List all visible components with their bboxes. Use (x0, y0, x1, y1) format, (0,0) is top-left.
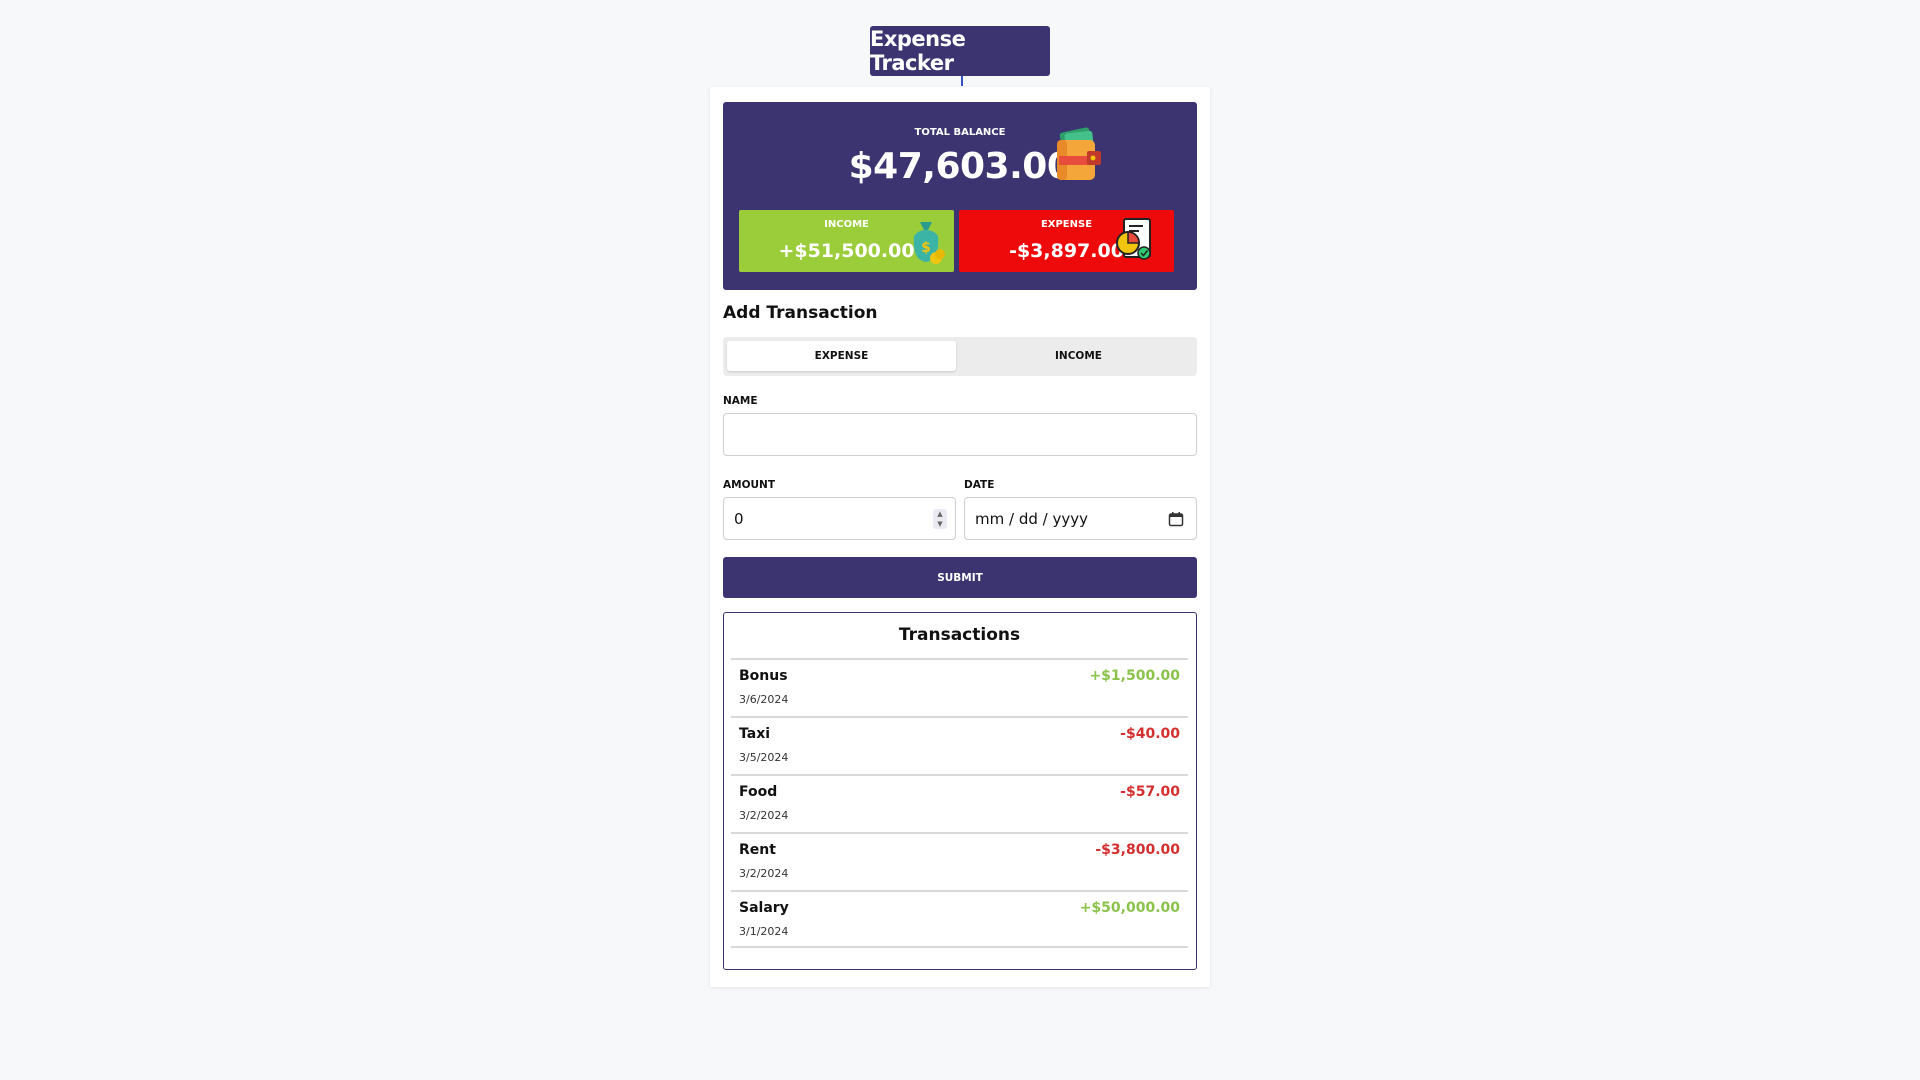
balance-panel: TOTAL BALANCE $47,603.00 INCOME +$51,500… (723, 102, 1197, 290)
transaction-row[interactable]: Taxi 3/5/2024 -$40.00 (731, 716, 1188, 774)
amount-input[interactable]: 0 ▲ ▼ (723, 497, 956, 540)
transaction-row[interactable]: Salary 3/1/2024 +$50,000.00 (731, 890, 1188, 948)
transaction-row[interactable]: Rent 3/2/2024 -$3,800.00 (731, 832, 1188, 890)
transaction-amount: -$3,800.00 (1095, 842, 1180, 858)
total-balance-label: TOTAL BALANCE (914, 127, 1006, 138)
transactions-list: Bonus 3/6/2024 +$1,500.00 Taxi 3/5/2024 -$40.… (731, 658, 1188, 948)
transaction-date: 3/2/2024 (739, 809, 789, 822)
number-spinner-icon[interactable]: ▲ ▼ (933, 509, 947, 529)
date-input[interactable]: mm / dd / yyyy (964, 497, 1197, 540)
transaction-amount: -$57.00 (1120, 784, 1180, 800)
transaction-name: Salary (739, 900, 789, 916)
transaction-date: 3/2/2024 (739, 867, 789, 880)
income-summary: INCOME +$51,500.00 $ (739, 210, 954, 272)
calendar-icon[interactable] (1168, 511, 1184, 527)
total-balance-value: $47,603.00 (848, 146, 1072, 187)
tracker-card: TOTAL BALANCE $47,603.00 INCOME +$51,500… (710, 87, 1210, 987)
transaction-amount: +$50,000.00 (1079, 900, 1180, 916)
transaction-amount: -$40.00 (1120, 726, 1180, 742)
name-label: NAME (723, 395, 758, 407)
transaction-name: Food (739, 784, 778, 800)
transaction-row[interactable]: Bonus 3/6/2024 +$1,500.00 (731, 658, 1188, 716)
submit-button[interactable]: SUBMIT (723, 557, 1197, 598)
transaction-name: Bonus (739, 668, 788, 684)
date-placeholder: mm / dd / yyyy (975, 509, 1088, 528)
toggle-expense-button[interactable]: EXPENSE (727, 341, 956, 371)
transaction-row[interactable]: Food 3/2/2024 -$57.00 (731, 774, 1188, 832)
report-chart-icon (1116, 218, 1151, 260)
amount-label: AMOUNT (723, 479, 775, 491)
transaction-type-toggle: EXPENSE INCOME (723, 337, 1197, 376)
toggle-income-button[interactable]: INCOME (964, 341, 1193, 371)
money-bag-icon: $ (913, 222, 945, 264)
svg-text:$: $ (921, 240, 931, 256)
page-title: Expense Tracker (870, 26, 1050, 76)
title-connector (961, 76, 963, 86)
wallet-icon (1057, 127, 1101, 180)
transaction-date: 3/1/2024 (739, 925, 789, 938)
date-label: DATE (964, 479, 995, 491)
amount-value: 0 (734, 509, 744, 528)
transaction-date: 3/6/2024 (739, 693, 789, 706)
transactions-panel: Transactions Bonus 3/6/2024 +$1,500.00 Taxi… (723, 612, 1197, 970)
transaction-name: Rent (739, 842, 776, 858)
name-input[interactable] (723, 413, 1197, 456)
transaction-date: 3/5/2024 (739, 751, 789, 764)
transaction-name: Taxi (739, 726, 771, 742)
transactions-heading: Transactions (898, 625, 1021, 645)
expense-summary: EXPENSE -$3,897.00 (959, 210, 1174, 272)
transaction-amount: +$1,500.00 (1089, 668, 1180, 684)
add-transaction-heading: Add Transaction (723, 303, 878, 323)
